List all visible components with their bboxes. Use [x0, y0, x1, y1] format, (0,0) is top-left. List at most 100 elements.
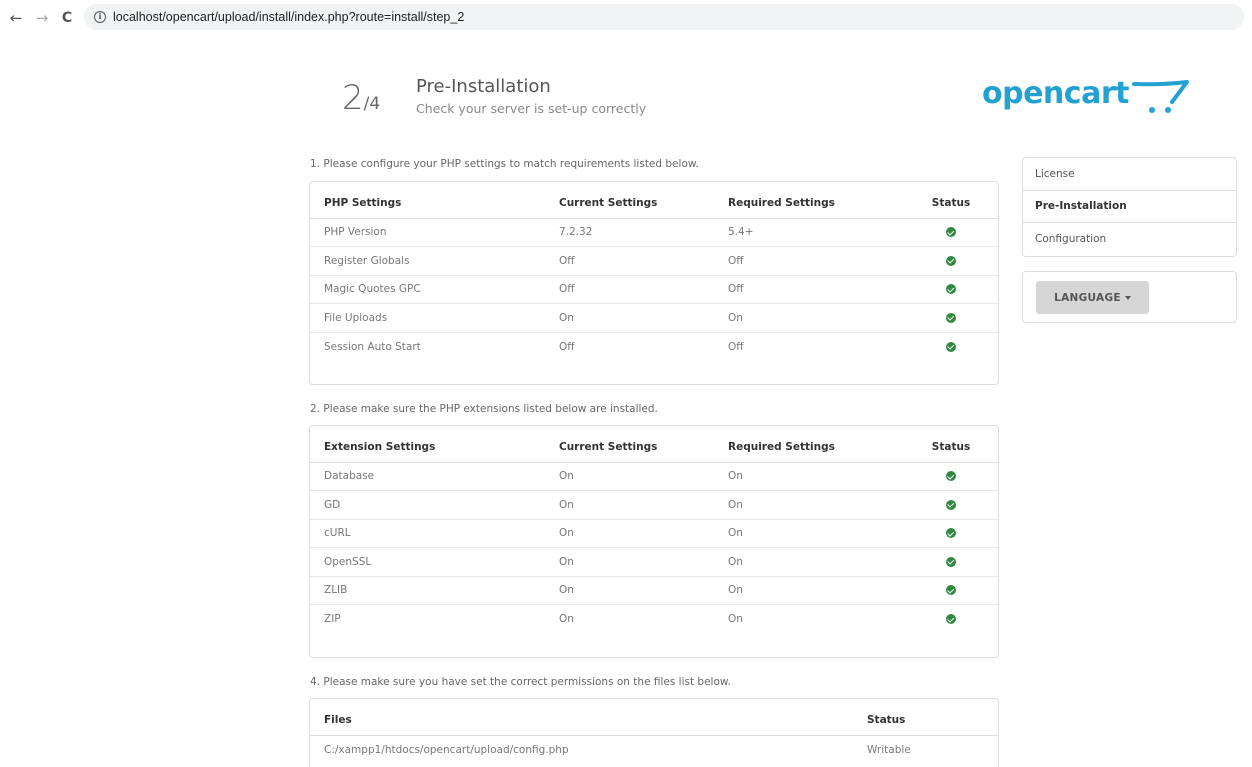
files-note: 4. Please make sure you have set the cor…: [310, 676, 731, 688]
table-header-row: Files Status: [310, 705, 998, 736]
column-header: Current Settings: [545, 432, 714, 463]
sidebar-item-configuration[interactable]: Configuration: [1023, 223, 1236, 256]
table-row: ZLIB On On: [310, 576, 998, 605]
reload-icon[interactable]: C: [57, 8, 77, 28]
status-cell: [904, 332, 998, 361]
check-circle-icon: [946, 499, 956, 510]
table-header-row: PHP Settings Current Settings Required S…: [310, 188, 998, 219]
url-text: localhost/opencart/upload/install/index.…: [113, 10, 465, 24]
check-circle-icon: [946, 585, 956, 596]
current-value: On: [545, 490, 714, 520]
php-settings-panel: PHP Settings Current Settings Required S…: [309, 181, 999, 385]
current-value: On: [545, 462, 714, 491]
column-header: Extension Settings: [310, 432, 545, 463]
step-current: 2: [342, 78, 364, 118]
extension-name: cURL: [310, 519, 545, 548]
table-row: File Uploads On On: [310, 303, 998, 333]
table-row: Magic Quotes GPC Off Off: [310, 275, 998, 304]
browser-toolbar: ← → C i localhost/opencart/upload/instal…: [0, 0, 1252, 36]
setting-name: Magic Quotes GPC: [310, 275, 545, 304]
info-icon[interactable]: i: [94, 11, 106, 23]
column-header: PHP Settings: [310, 188, 545, 219]
page-subtitle: Check your server is set-up correctly: [416, 101, 647, 116]
opencart-logo: opencart: [982, 76, 1202, 120]
table-row: ZIP On On: [310, 605, 998, 634]
column-header: Files: [310, 705, 853, 736]
current-value: On: [559, 613, 574, 625]
setting-name: PHP Version: [310, 218, 545, 247]
status-cell: [904, 605, 998, 634]
table-row: Register Globals Off Off: [310, 246, 998, 276]
current-value: On: [545, 576, 714, 605]
sidebar-item-license[interactable]: License: [1023, 158, 1236, 191]
extensions-table: Extension Settings Current Settings Requ…: [310, 432, 998, 633]
back-icon[interactable]: ←: [6, 8, 26, 28]
step-total: /4: [363, 94, 381, 114]
required-value: 5.4+: [714, 218, 904, 247]
check-circle-icon: [946, 471, 956, 482]
page-title: Pre-Installation: [416, 76, 551, 97]
status-cell: [904, 462, 998, 491]
check-circle-icon: [946, 556, 956, 567]
status-cell: [904, 303, 998, 333]
php-settings-note: 1. Please configure your PHP settings to…: [310, 158, 699, 170]
table-row: Database On On: [310, 462, 998, 491]
install-steps-nav: License Pre-Installation Configuration: [1022, 157, 1237, 257]
current-value: On: [545, 303, 714, 333]
status-cell: [904, 490, 998, 520]
setting-name: Register Globals: [310, 246, 545, 276]
cart-icon: [1132, 80, 1189, 113]
caret-down-icon: [1124, 295, 1131, 300]
current-value: On: [545, 547, 714, 577]
required-value: On: [714, 462, 904, 491]
check-circle-icon: [946, 528, 956, 539]
status-cell: [904, 246, 998, 276]
column-header: Required Settings: [714, 432, 904, 463]
table-header-row: Extension Settings Current Settings Requ…: [310, 432, 998, 463]
required-value: On: [714, 547, 904, 577]
extension-name: Database: [310, 462, 545, 491]
current-value: Off: [545, 275, 714, 304]
files-panel: Files Status C:/xampp1/htdocs/opencart/u…: [309, 698, 999, 767]
extension-name: ZIP: [324, 613, 341, 625]
check-circle-icon: [946, 312, 956, 323]
sidebar-item-pre-installation[interactable]: Pre-Installation: [1023, 191, 1236, 223]
extensions-panel: Extension Settings Current Settings Requ…: [309, 425, 999, 658]
check-circle-icon: [946, 341, 956, 352]
table-row: C:/xampp1/htdocs/opencart/upload/config.…: [310, 735, 998, 764]
setting-name: Session Auto Start: [324, 340, 421, 353]
column-header: Status: [904, 188, 998, 219]
required-value: Off: [714, 275, 904, 304]
required-value: On: [714, 576, 904, 605]
setting-name: File Uploads: [310, 303, 545, 333]
required-value: Off: [714, 246, 904, 276]
php-settings-table: PHP Settings Current Settings Required S…: [310, 188, 998, 361]
required-value: On: [714, 490, 904, 520]
current-value: 7.2.32: [545, 218, 714, 247]
current-value: Off: [545, 246, 714, 276]
status-cell: [904, 275, 998, 304]
column-header: Current Settings: [545, 188, 714, 219]
table-row: cURL On On: [310, 519, 998, 548]
status-cell: [904, 576, 998, 605]
required-value: On: [728, 613, 743, 625]
required-value: On: [714, 519, 904, 548]
check-circle-icon: [946, 255, 956, 266]
table-row: OpenSSL On On: [310, 547, 998, 577]
address-bar[interactable]: i localhost/opencart/upload/install/inde…: [84, 4, 1244, 30]
status-cell: [904, 519, 998, 548]
column-header: Status: [853, 705, 998, 736]
check-circle-icon: [946, 284, 956, 295]
language-panel: LANGUAGE: [1022, 271, 1237, 323]
column-header: Required Settings: [714, 188, 904, 219]
language-dropdown-button[interactable]: LANGUAGE: [1036, 281, 1149, 314]
extension-name: GD: [310, 490, 545, 520]
status-badge: Writable: [867, 743, 911, 756]
current-value: On: [545, 519, 714, 548]
logo-text: opencart: [982, 76, 1129, 111]
column-header: Status: [904, 432, 998, 463]
forward-icon[interactable]: →: [32, 8, 52, 28]
extensions-note: 2. Please make sure the PHP extensions l…: [310, 403, 658, 415]
required-value: Off: [728, 340, 744, 353]
check-circle-icon: [946, 614, 956, 624]
